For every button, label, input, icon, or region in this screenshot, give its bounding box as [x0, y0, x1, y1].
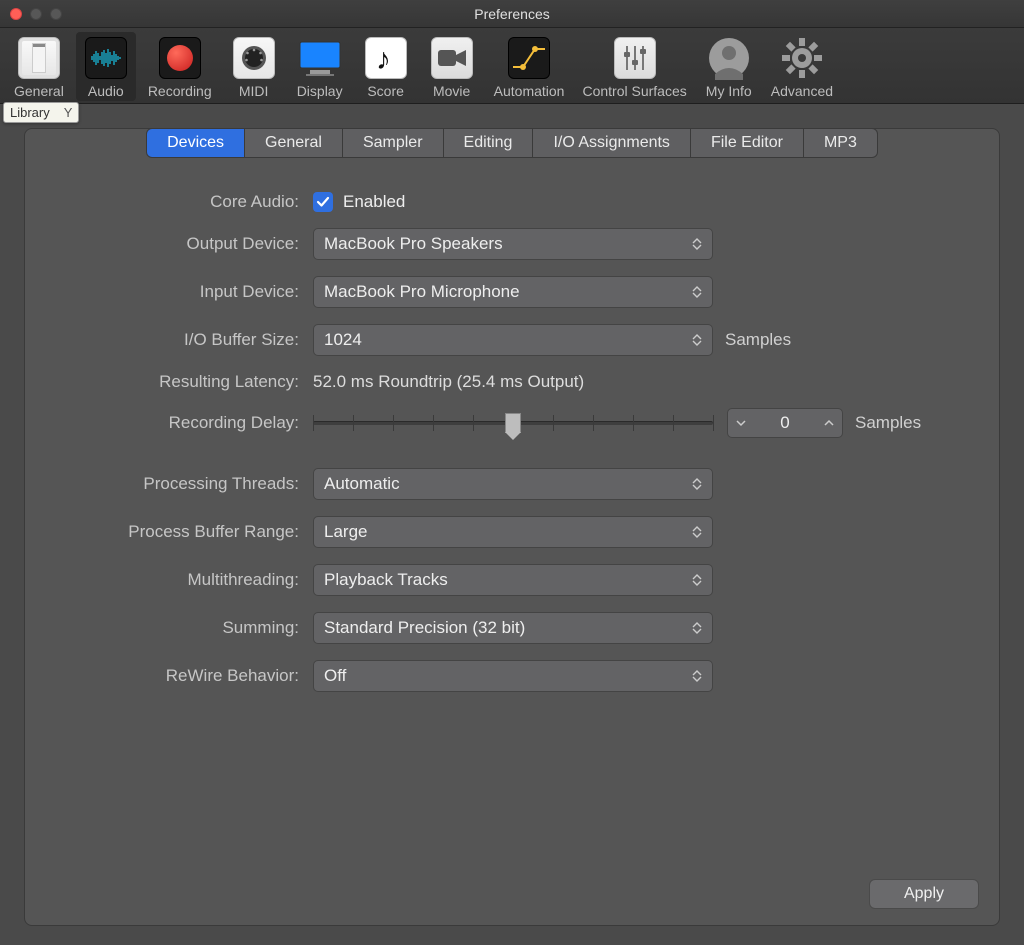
toolbar-item-advanced[interactable]: Advanced	[765, 32, 839, 101]
subtab-file-editor[interactable]: File Editor	[691, 128, 804, 158]
output-device-label: Output Device:	[65, 234, 313, 254]
io-buffer-unit: Samples	[725, 330, 791, 350]
subtab-io-assignments[interactable]: I/O Assignments	[533, 128, 691, 158]
recording-delay-slider[interactable]	[313, 411, 713, 435]
io-buffer-label: I/O Buffer Size:	[65, 330, 313, 350]
updown-caret-icon	[692, 526, 702, 538]
check-icon	[316, 195, 330, 209]
io-buffer-select[interactable]: 1024	[313, 324, 713, 356]
input-device-select[interactable]: MacBook Pro Microphone	[313, 276, 713, 308]
processing-threads-label: Processing Threads:	[65, 474, 313, 494]
output-device-value: MacBook Pro Speakers	[324, 234, 503, 254]
rewire-select[interactable]: Off	[313, 660, 713, 692]
updown-caret-icon	[692, 478, 702, 490]
preferences-toolbar: General Audio Recording	[0, 28, 1024, 104]
updown-caret-icon	[692, 334, 702, 346]
subtab-devices[interactable]: Devices	[146, 128, 245, 158]
toolbar-item-recording[interactable]: Recording	[142, 32, 218, 101]
gear-icon	[778, 34, 826, 82]
summing-select[interactable]: Standard Precision (32 bit)	[313, 612, 713, 644]
subtab-editing[interactable]: Editing	[444, 128, 534, 158]
latency-value: 52.0 ms Roundtrip (25.4 ms Output)	[313, 372, 584, 392]
core-audio-label: Core Audio:	[65, 192, 313, 212]
chevron-up-icon	[824, 419, 834, 427]
tooltip-label: Library	[10, 105, 50, 120]
svg-text:♪: ♪	[376, 43, 391, 75]
audio-preferences-panel: Devices General Sampler Editing I/O Assi…	[24, 128, 1000, 926]
midi-connector-icon	[230, 34, 278, 82]
general-switch-icon	[15, 34, 63, 82]
audio-subtabs: Devices General Sampler Editing I/O Assi…	[25, 128, 999, 158]
record-circle-icon	[156, 34, 204, 82]
recording-delay-stepper[interactable]: 0	[727, 408, 843, 438]
library-tooltip: Library Y	[3, 102, 79, 123]
toolbar-item-audio[interactable]: Audio	[76, 32, 136, 101]
toolbar-label: General	[14, 83, 64, 99]
process-buffer-select[interactable]: Large	[313, 516, 713, 548]
toolbar-item-midi[interactable]: MIDI	[224, 32, 284, 101]
rewire-label: ReWire Behavior:	[65, 666, 313, 686]
toolbar-item-my-info[interactable]: My Info	[699, 32, 759, 101]
multithreading-label: Multithreading:	[65, 570, 313, 590]
score-note-icon: ♪	[362, 34, 410, 82]
updown-caret-icon	[692, 622, 702, 634]
tooltip-shortcut: Y	[64, 105, 73, 120]
subtab-sampler[interactable]: Sampler	[343, 128, 444, 158]
processing-threads-select[interactable]: Automatic	[313, 468, 713, 500]
process-buffer-value: Large	[324, 522, 367, 542]
toolbar-label: Display	[297, 83, 343, 99]
toolbar-label: Automation	[494, 83, 565, 99]
toolbar-item-general[interactable]: General	[8, 32, 70, 101]
process-buffer-label: Process Buffer Range:	[65, 522, 313, 542]
toolbar-label: Audio	[88, 83, 124, 99]
rewire-value: Off	[324, 666, 346, 686]
recording-delay-label: Recording Delay:	[65, 413, 313, 433]
control-surfaces-faders-icon	[611, 34, 659, 82]
toolbar-item-control-surfaces[interactable]: Control Surfaces	[576, 32, 692, 101]
core-audio-enabled-label: Enabled	[343, 192, 405, 212]
display-monitor-icon	[296, 34, 344, 82]
toolbar-item-automation[interactable]: Automation	[488, 32, 571, 101]
toolbar-item-score[interactable]: ♪ Score	[356, 32, 416, 101]
toolbar-item-display[interactable]: Display	[290, 32, 350, 101]
output-device-select[interactable]: MacBook Pro Speakers	[313, 228, 713, 260]
devices-form: Core Audio: Enabled Output Device: MacBo…	[25, 192, 999, 692]
input-device-value: MacBook Pro Microphone	[324, 282, 520, 302]
multithreading-value: Playback Tracks	[324, 570, 448, 590]
updown-caret-icon	[692, 238, 702, 250]
toolbar-label: My Info	[706, 83, 752, 99]
toolbar-label: Advanced	[771, 83, 833, 99]
core-audio-checkbox[interactable]	[313, 192, 333, 212]
input-device-label: Input Device:	[65, 282, 313, 302]
subtab-general[interactable]: General	[245, 128, 343, 158]
multithreading-select[interactable]: Playback Tracks	[313, 564, 713, 596]
processing-threads-value: Automatic	[324, 474, 400, 494]
slider-thumb[interactable]	[505, 413, 521, 433]
toolbar-label: Movie	[433, 83, 470, 99]
chevron-down-icon	[736, 419, 746, 427]
updown-caret-icon	[692, 670, 702, 682]
toolbar-label: MIDI	[239, 83, 269, 99]
updown-caret-icon	[692, 286, 702, 298]
apply-button[interactable]: Apply	[869, 879, 979, 909]
latency-label: Resulting Latency:	[65, 372, 313, 392]
person-silhouette-icon	[705, 34, 753, 82]
automation-curve-icon	[505, 34, 553, 82]
movie-camera-icon	[428, 34, 476, 82]
summing-label: Summing:	[65, 618, 313, 638]
window-title: Preferences	[0, 6, 1024, 22]
recording-delay-unit: Samples	[855, 413, 921, 433]
updown-caret-icon	[692, 574, 702, 586]
toolbar-item-movie[interactable]: Movie	[422, 32, 482, 101]
recording-delay-value: 0	[780, 413, 789, 433]
toolbar-label: Recording	[148, 83, 212, 99]
summing-value: Standard Precision (32 bit)	[324, 618, 525, 638]
titlebar: Preferences	[0, 0, 1024, 28]
toolbar-label: Score	[367, 83, 404, 99]
toolbar-label: Control Surfaces	[582, 83, 686, 99]
subtab-mp3[interactable]: MP3	[804, 128, 878, 158]
io-buffer-value: 1024	[324, 330, 362, 350]
audio-waveform-icon	[82, 34, 130, 82]
